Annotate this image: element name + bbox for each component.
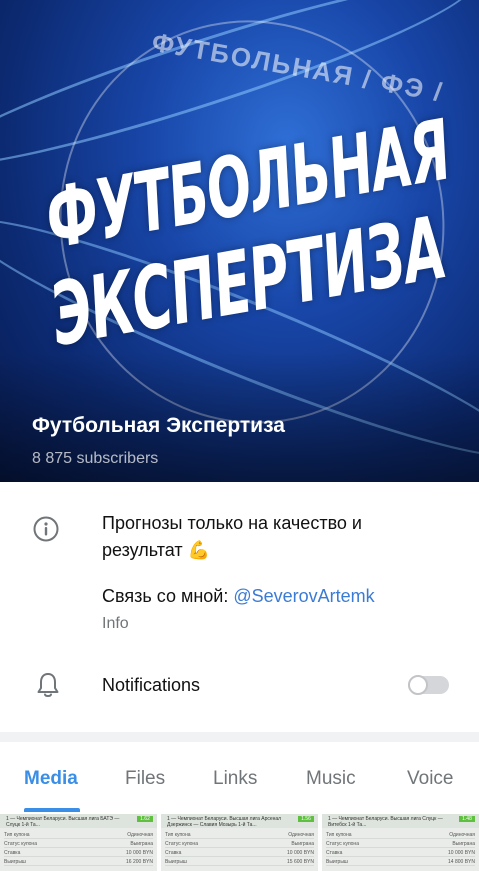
- tab-music[interactable]: Music: [306, 768, 356, 790]
- thumb-row: Выигрыш 15 600 BYN: [165, 859, 314, 866]
- thumb-row: Статус купона Выиграна: [326, 841, 475, 848]
- notifications-label: Notifications: [102, 675, 201, 695]
- tab-files[interactable]: Files: [125, 768, 165, 790]
- tab-links[interactable]: Links: [213, 768, 257, 790]
- bell-icon: [37, 673, 59, 697]
- media-grid: 1 — Чемпионат Беларуси. Высшая лига БАТЭ…: [0, 814, 479, 871]
- tab-voice[interactable]: Voice: [407, 768, 453, 790]
- thumb-title: 1 — Чемпионат Беларуси. Высшая лига БАТЭ…: [6, 816, 120, 828]
- thumb-odd: 1.62: [137, 816, 153, 822]
- thumb-row: Ставка 10 000 BYN: [326, 850, 475, 857]
- thumb-row: Выигрыш 16 200 BYN: [4, 859, 153, 866]
- info-circle-icon: [33, 516, 59, 542]
- info-label: Info: [102, 615, 129, 632]
- media-thumbnail[interactable]: 1 — Чемпионат Беларуси. Высшая лига Слуц…: [322, 814, 479, 871]
- thumb-title: 1 — Чемпионат Беларуси. Высшая лига Арсе…: [167, 816, 282, 828]
- thumb-row: Ставка 10 000 BYN: [165, 850, 314, 857]
- thumb-row: Тип купона Одиночная: [326, 832, 475, 839]
- section-divider: [0, 732, 479, 742]
- toggle-knob: [408, 675, 428, 695]
- channel-description: Прогнозы только на качество и результат …: [102, 513, 362, 560]
- contact-line: Связь со мной: @SeverovArtemk: [102, 586, 375, 607]
- thumb-row: Статус купона Выиграна: [165, 841, 314, 848]
- thumb-row: Статус купона Выиграна: [4, 841, 153, 848]
- subscriber-count: 8 875 subscribers: [32, 450, 159, 467]
- notifications-toggle[interactable]: [408, 675, 449, 695]
- tab-media[interactable]: Media: [24, 768, 78, 790]
- contact-link[interactable]: @SeverovArtemk: [233, 586, 374, 606]
- thumb-title: 1 — Чемпионат Беларуси. Высшая лига Слуц…: [328, 816, 443, 828]
- media-thumbnail[interactable]: 1 — Чемпионат Беларуси. Высшая лига БАТЭ…: [0, 814, 157, 871]
- thumb-row: Выигрыш 14 800 BYN: [326, 859, 475, 866]
- thumb-odd: 1.56: [298, 816, 314, 822]
- channel-header: ФУТБОЛЬНАЯ / ФЭ / ФУТБОЛЬНАЯ ЭКСПЕРТИЗА …: [0, 0, 479, 482]
- media-thumbnail[interactable]: 1 — Чемпионат Беларуси. Высшая лига Арсе…: [161, 814, 318, 871]
- thumb-row: Тип купона Одиночная: [4, 832, 153, 839]
- thumb-row: Ставка 10 000 BYN: [4, 850, 153, 857]
- thumb-row: Тип купона Одиночная: [165, 832, 314, 839]
- thumb-odd: 1.48: [459, 816, 475, 822]
- contact-prefix: Связь со мной:: [102, 586, 234, 606]
- active-tab-indicator: [24, 808, 80, 812]
- channel-title: Футбольная Экспертиза: [32, 414, 285, 437]
